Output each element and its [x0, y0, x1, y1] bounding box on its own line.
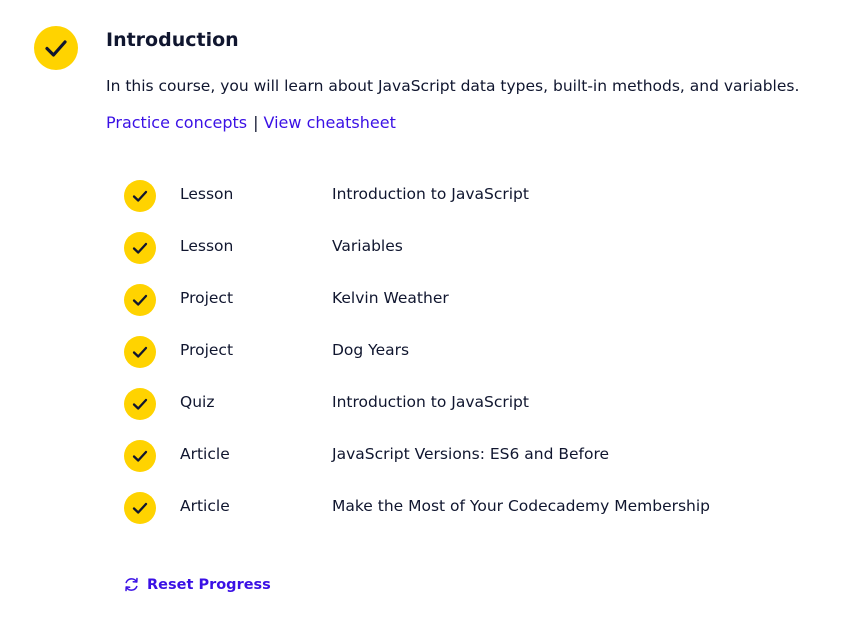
completed-check-icon — [124, 336, 156, 368]
list-item[interactable]: Project Dog Years — [124, 334, 804, 386]
list-item[interactable]: Lesson Introduction to JavaScript — [124, 178, 804, 230]
completed-check-icon — [124, 492, 156, 524]
module-item-list: Lesson Introduction to JavaScript Lesson… — [124, 178, 804, 542]
item-type: Article — [180, 445, 230, 463]
completed-check-icon — [124, 440, 156, 472]
item-name[interactable]: Variables — [332, 237, 403, 255]
item-name[interactable]: JavaScript Versions: ES6 and Before — [332, 445, 609, 463]
completed-check-icon — [124, 388, 156, 420]
item-name[interactable]: Introduction to JavaScript — [332, 185, 529, 203]
item-type: Project — [180, 341, 234, 359]
reset-progress-button[interactable]: Reset Progress — [123, 576, 271, 593]
list-item[interactable]: Article JavaScript Versions: ES6 and Bef… — [124, 438, 804, 490]
item-type: Lesson — [180, 185, 234, 203]
completed-check-icon — [124, 232, 156, 264]
link-separator: | — [253, 113, 259, 132]
list-item[interactable]: Project Kelvin Weather — [124, 282, 804, 334]
item-name[interactable]: Kelvin Weather — [332, 289, 449, 307]
item-type: Project — [180, 289, 234, 307]
item-type: Quiz — [180, 393, 215, 411]
item-name[interactable]: Make the Most of Your Codecademy Members… — [332, 497, 710, 515]
module-links: Practice concepts | View cheatsheet — [106, 113, 396, 132]
refresh-icon — [125, 577, 138, 592]
completed-check-icon — [124, 284, 156, 316]
module-title: Introduction — [106, 29, 239, 51]
view-cheatsheet-link[interactable]: View cheatsheet — [264, 113, 396, 132]
list-item[interactable]: Quiz Introduction to JavaScript — [124, 386, 804, 438]
completed-check-icon — [124, 180, 156, 212]
checkmark-icon — [45, 40, 67, 57]
list-item[interactable]: Lesson Variables — [124, 230, 804, 282]
list-item[interactable]: Article Make the Most of Your Codecademy… — [124, 490, 804, 542]
practice-concepts-link[interactable]: Practice concepts — [106, 113, 247, 132]
reset-progress-label: Reset Progress — [147, 576, 271, 593]
item-name[interactable]: Introduction to JavaScript — [332, 393, 529, 411]
item-name[interactable]: Dog Years — [332, 341, 409, 359]
module-complete-icon — [34, 26, 78, 70]
module-description: In this course, you will learn about Jav… — [106, 77, 800, 95]
item-type: Article — [180, 497, 230, 515]
item-type: Lesson — [180, 237, 234, 255]
